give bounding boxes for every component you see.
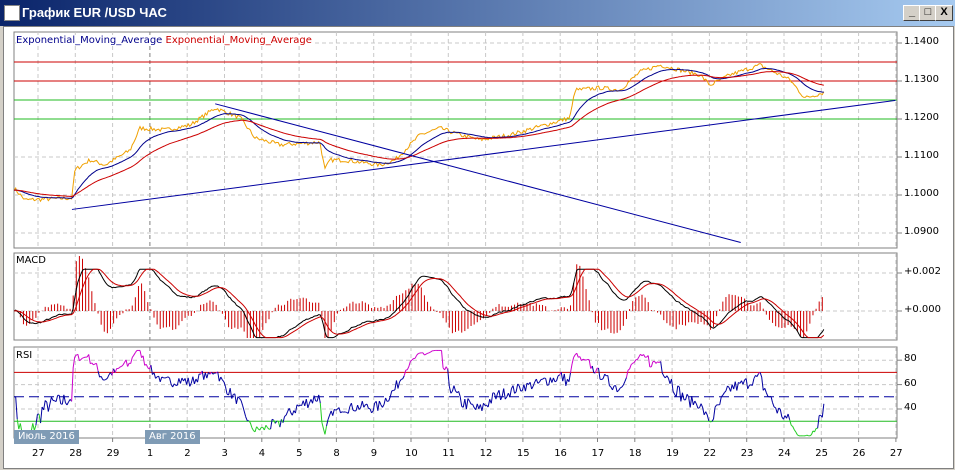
rsi-segment (119, 366, 122, 368)
x-tick-label: 25 (815, 448, 829, 459)
x-tick-label: 18 (628, 448, 642, 459)
price-tick-label: 1.1300 (904, 74, 939, 85)
rsi-segment (806, 434, 809, 437)
x-tick-label: 27 (32, 448, 45, 459)
rsi-tick-label: 60 (904, 377, 917, 389)
price-tick-label: 1.1200 (904, 112, 939, 123)
price-tick-label: 1.0900 (904, 226, 939, 237)
indicator-legend: Exponential_Moving_Average Exponential_M… (16, 35, 312, 46)
rsi-segment (547, 384, 549, 386)
x-tick-label: 2 (184, 448, 191, 459)
x-tick-label: 5 (296, 448, 303, 459)
x-tick-label: 22 (703, 448, 717, 459)
rsi-segment (710, 420, 713, 423)
panel-frame (13, 31, 898, 249)
rsi-tick-label: 80 (904, 353, 917, 365)
macd-panel-label: MACD (16, 255, 46, 266)
x-tick-label: 9 (370, 448, 378, 459)
rsi-segment (424, 353, 427, 356)
rsi-panel-label: RSI (16, 350, 33, 361)
x-tick-label: 3 (221, 448, 228, 459)
x-tick-label: 19 (666, 448, 679, 459)
x-tick-label: 26 (852, 448, 866, 459)
legend-ema-slow: Exponential_Moving_Average (165, 35, 312, 46)
rsi-segment (400, 378, 403, 380)
rsi-segment (543, 377, 546, 379)
macd-tick-label: +0.000 (904, 304, 942, 315)
month-label-august: Авг 2016 (145, 430, 200, 444)
x-tick-label: 4 (258, 448, 266, 459)
rsi-segment (804, 434, 807, 437)
x-tick-label: 8 (333, 448, 340, 459)
x-tick-label: 11 (442, 448, 456, 459)
x-tick-label: 1 (146, 448, 154, 459)
rsi-tick-label: 40 (904, 402, 917, 413)
x-tick-label: 28 (69, 448, 83, 459)
price-tick-label: 1.1400 (904, 36, 939, 47)
x-tick-label: 17 (591, 448, 605, 459)
rsi-segment (585, 358, 588, 361)
x-tick-label: 10 (405, 448, 418, 459)
rsi-segment (418, 352, 420, 355)
x-tick-label: 15 (516, 448, 530, 459)
macd-tick-label: +0.002 (904, 266, 942, 277)
price-tick-label: 1.1000 (904, 188, 939, 199)
rsi-segment (344, 411, 347, 413)
rsi-segment (632, 362, 635, 364)
rsi-segment (697, 407, 700, 409)
legend-ema-fast: Exponential_Moving_Average (16, 35, 163, 46)
rsi-segment (104, 378, 107, 381)
price-tick-label: 1.1100 (904, 150, 939, 161)
x-tick-label: 23 (740, 448, 754, 459)
x-tick-label: 12 (479, 448, 493, 459)
rsi-segment (427, 352, 430, 354)
rsi-segment (271, 418, 274, 421)
chart-canvas[interactable] (0, 0, 955, 470)
x-tick-label: 24 (778, 448, 791, 459)
rsi-segment (161, 376, 164, 379)
month-label-july: Июль 2016 (14, 430, 79, 444)
x-tick-label: 29 (106, 448, 120, 459)
x-tick-label: 27 (889, 448, 903, 459)
x-tick-label: 16 (554, 448, 567, 459)
rsi-segment (102, 379, 105, 381)
rsi-segment (82, 357, 85, 359)
rsi-segment (393, 389, 396, 391)
